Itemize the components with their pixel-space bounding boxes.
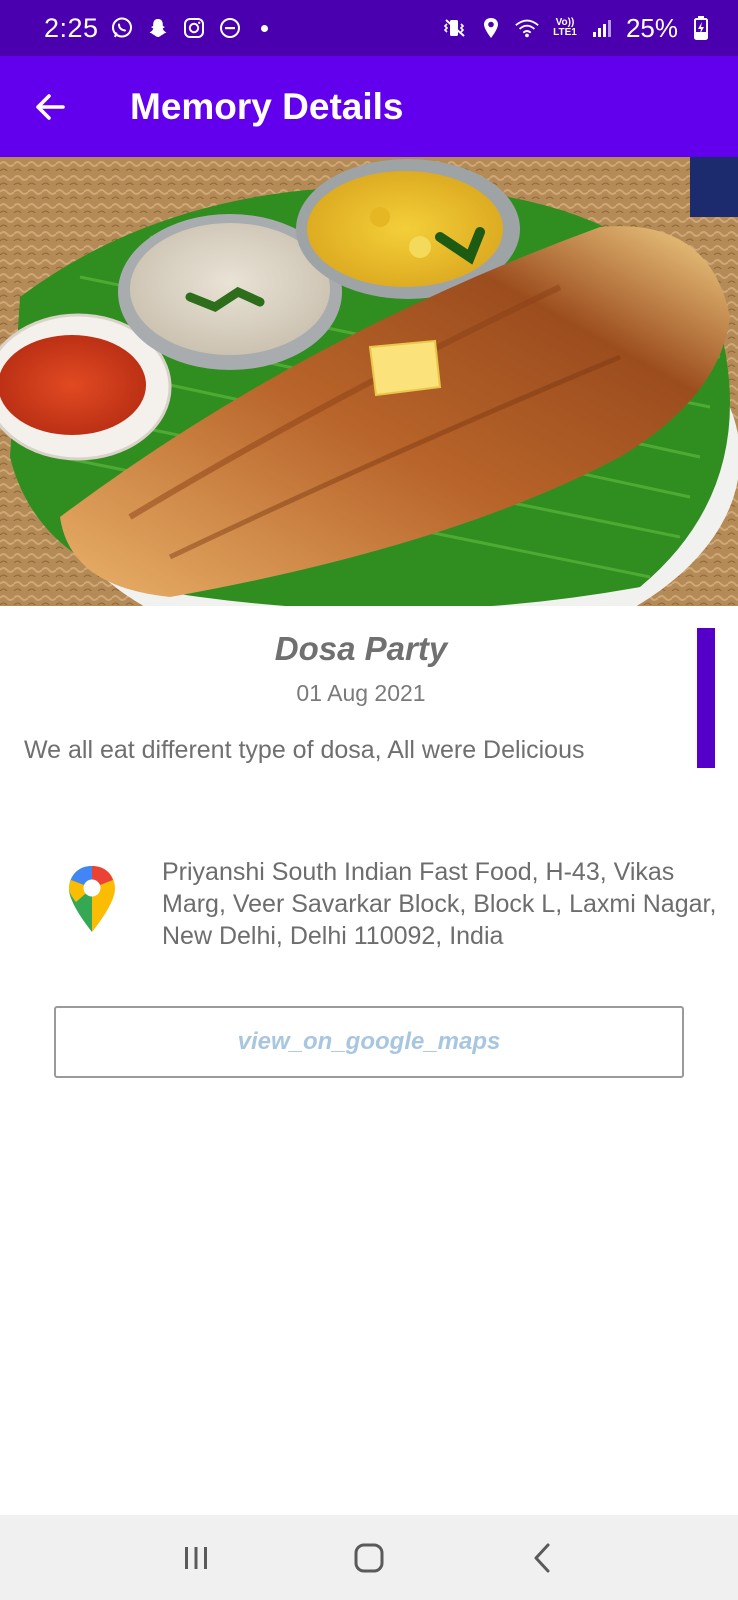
home-button[interactable] xyxy=(334,1528,404,1588)
dnd-icon xyxy=(217,15,243,41)
memory-photo xyxy=(0,157,738,606)
arrow-left-icon xyxy=(36,93,65,120)
system-nav-bar xyxy=(0,1515,738,1600)
view-on-google-maps-button[interactable]: view_on_google_maps xyxy=(54,1006,684,1078)
back-icon xyxy=(534,1543,550,1572)
battery-percent: 25% xyxy=(625,12,678,43)
whatsapp-icon xyxy=(109,15,135,41)
battery-charging-icon xyxy=(688,15,714,41)
system-back-button[interactable] xyxy=(507,1528,577,1588)
recents-icon xyxy=(185,1546,208,1569)
app-bar: Memory Details xyxy=(0,56,738,157)
status-left: 2:25 xyxy=(44,13,268,44)
memory-description: We all eat different type of dosa, All w… xyxy=(24,736,585,764)
page-title: Memory Details xyxy=(130,85,404,127)
status-time: 2:25 xyxy=(44,12,99,43)
status-right: Vo)) LTE1 25% xyxy=(442,13,714,44)
snapchat-icon xyxy=(145,15,171,41)
scrollbar[interactable] xyxy=(697,628,715,768)
memory-date: 01 Aug 2021 xyxy=(296,680,426,706)
memory-title: Dosa Party xyxy=(274,630,448,667)
instagram-icon xyxy=(181,15,207,41)
signal-icon xyxy=(590,15,616,41)
vibrate-mute-icon xyxy=(442,15,468,41)
network-lte-icon: Vo)) LTE1 xyxy=(550,15,580,41)
wifi-icon xyxy=(514,15,540,41)
lte-label: LTE1 xyxy=(553,27,577,38)
recents-button[interactable] xyxy=(161,1528,231,1588)
location-address: Priyanshi South Indian Fast Food, H-43, … xyxy=(162,858,717,950)
status-bar: 2:25 Vo)) LTE1 25% xyxy=(0,0,738,56)
notification-dot-icon xyxy=(260,24,268,32)
back-button[interactable] xyxy=(0,56,100,157)
google-maps-pin-icon xyxy=(66,864,118,934)
home-icon xyxy=(354,1543,384,1572)
location-icon xyxy=(478,15,504,41)
